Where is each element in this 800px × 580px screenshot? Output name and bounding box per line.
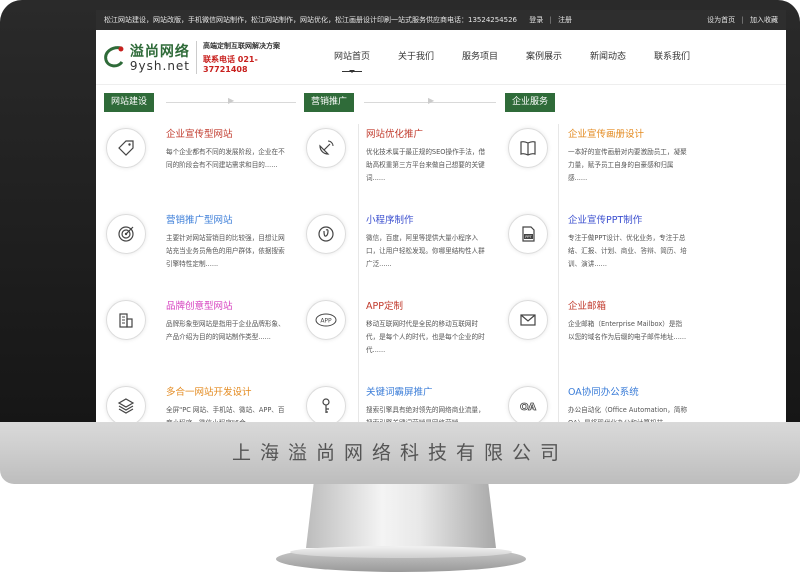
- app-icon: APP: [306, 300, 346, 340]
- service-title[interactable]: 网站优化推广: [366, 126, 423, 140]
- topbar-intro: 松江网站建设，网站改版，手机微信网站制作，松江网站制作，网站优化，松江画册设计印…: [104, 15, 707, 25]
- service-title[interactable]: 关键词霸屏推广: [366, 384, 433, 398]
- service-title[interactable]: 企业宣传画册设计: [568, 126, 644, 140]
- arrow-icon: ▶: [228, 96, 235, 105]
- service-desc: 专注于做PPT设计、优化业务，专注于总结、汇报、计划、商业、答辩、简历、培训、演…: [568, 234, 687, 268]
- layers-icon: [106, 386, 146, 422]
- nav-home[interactable]: 网站首页: [320, 30, 384, 84]
- register-link[interactable]: 注册: [558, 16, 572, 24]
- slogan-text: 高端定制互联网解决方案: [203, 41, 281, 50]
- service-title[interactable]: 企业宣传型网站: [166, 126, 233, 140]
- logo-mark-icon: [104, 46, 124, 68]
- service-desc: 微信，百度，阿里等提供大量小程序入口，让用户轻松发现。你哪里结构性人群广泛...…: [366, 234, 485, 268]
- column-web-build: 企业宣传型网站 每个企业都有不同的发展阶段，企业在不同的阶段会有不同建站需求和目…: [96, 124, 296, 422]
- service-desc: 搜索引擎具有绝对领先的网络商业流量，搜索引擎关键词营销是网络营销: [366, 406, 485, 422]
- divider: |: [549, 16, 552, 24]
- service-item[interactable]: 营销推广型网站 主要针对网站营销目的比较强，目想让网站充当业务员角色的用户群体，…: [96, 210, 296, 296]
- service-title[interactable]: 营销推广型网站: [166, 212, 233, 226]
- logo-chinese: 溢尚网络: [129, 44, 190, 60]
- nav-news[interactable]: 新闻动态: [576, 30, 640, 84]
- svg-text:OA: OA: [520, 402, 536, 413]
- service-title[interactable]: OA协同办公系统: [568, 384, 639, 398]
- monitor-stand-base-top: [290, 546, 512, 558]
- category-web-build[interactable]: 网站建设: [104, 93, 155, 112]
- site-header: 溢尚网络 9ysh.net 高端定制互联网解决方案 联系电话 021-37721…: [96, 30, 786, 85]
- service-grid: 企业宣传型网站 每个企业都有不同的发展阶段，企业在不同的阶段会有不同建站需求和目…: [96, 124, 786, 422]
- logo-text: 溢尚网络 9ysh.net: [130, 41, 190, 73]
- slogan: 高端定制互联网解决方案 联系电话 021-37721408: [196, 40, 302, 74]
- service-item[interactable]: 小程序制作 微信，百度，阿里等提供大量小程序入口，让用户轻松发现。你哪里结构性人…: [296, 210, 496, 296]
- topbar-intro-text: 松江网站建设，网站改版，手机微信网站制作，松江网站制作，网站优化，松江画册设计印…: [104, 16, 517, 24]
- svg-text:APP: APP: [320, 318, 332, 325]
- svg-text:PPT: PPT: [525, 235, 532, 239]
- service-desc: 办公自动化（Office Automation，简称OA）是将现代化办公和计算机…: [568, 406, 688, 422]
- service-item[interactable]: 网站优化推广 优化技术属于最正规的SEO操作手法，借助高权重第三方平台来做自己想…: [296, 124, 496, 210]
- logo-domain: 9ysh.net: [129, 59, 191, 73]
- favorite-link[interactable]: 加入收藏: [750, 16, 778, 24]
- service-item[interactable]: PPT 企业宣传PPT制作 专注于做PPT设计、优化业务，专注于总结、汇报、计划…: [498, 210, 698, 296]
- monitor-stand-neck: [306, 484, 496, 548]
- nav-contact[interactable]: 联系我们: [640, 30, 704, 84]
- target-icon: [106, 214, 146, 254]
- service-desc: 优化技术属于最正规的SEO操作手法，借助高权重第三方平台来做自己想要的关键词..…: [366, 148, 486, 182]
- key-icon: [306, 386, 346, 422]
- service-item[interactable]: 多合一网站开发设计 全屏"PC 网站、手机站、微站、APP、百度小程序、微信小程…: [96, 382, 296, 422]
- service-item[interactable]: 关键词霸屏推广 搜索引擎具有绝对领先的网络商业流量，搜索引擎关键词营销是网络营销: [296, 382, 496, 422]
- column-marketing: 网站优化推广 优化技术属于最正规的SEO操作手法，借助高权重第三方平台来做自己想…: [296, 124, 496, 422]
- building-icon: [106, 300, 146, 340]
- category-marketing[interactable]: 营销推广: [304, 93, 355, 112]
- category-enterprise[interactable]: 企业服务: [505, 93, 556, 112]
- service-desc: 每个企业都有不同的发展阶段，企业在不同的阶段会有不同建站需求和目的......: [166, 148, 285, 169]
- satellite-icon: [306, 128, 346, 168]
- oa-icon: OA: [508, 386, 548, 422]
- mail-icon: [508, 300, 548, 340]
- service-item[interactable]: 品牌创意型网站 品牌形象型网站是指用于企业品牌形象、产品介绍为目的的网站制作类型…: [96, 296, 296, 382]
- service-title[interactable]: 企业宣传PPT制作: [568, 212, 642, 226]
- service-desc: 品牌形象型网站是指用于企业品牌形象、产品介绍为目的的网站制作类型......: [166, 320, 285, 341]
- service-title[interactable]: 小程序制作: [366, 212, 414, 226]
- service-item[interactable]: 企业宣传型网站 每个企业都有不同的发展阶段，企业在不同的阶段会有不同建站需求和目…: [96, 124, 296, 210]
- nav-cases[interactable]: 案例展示: [512, 30, 576, 84]
- topbar-actions: 设为首页 | 加入收藏: [707, 15, 778, 25]
- service-desc: 一本好的宣传画册对内要激励员工，凝聚力量，赋予员工自身的自豪感和归属感.....…: [568, 148, 687, 182]
- column-enterprise: 企业宣传画册设计 一本好的宣传画册对内要激励员工，凝聚力量，赋予员工自身的自豪感…: [498, 124, 698, 422]
- website-screen: 松江网站建设，网站改版，手机微信网站制作，松江网站制作，网站优化，松江画册设计印…: [96, 10, 786, 422]
- login-link[interactable]: 登录: [529, 16, 543, 24]
- divider: |: [741, 16, 744, 24]
- nav-services[interactable]: 服务项目: [448, 30, 512, 84]
- top-info-bar: 松江网站建设，网站改版，手机微信网站制作，松江网站制作，网站优化，松江画册设计印…: [96, 10, 786, 30]
- monitor: 上海溢尚网络科技有限公司 松江网站建设，网站改版，手机微信网站制作，松江网站制作…: [0, 0, 800, 490]
- monitor-brand-label: 上海溢尚网络科技有限公司: [231, 442, 568, 464]
- site-logo[interactable]: 溢尚网络 9ysh.net 高端定制互联网解决方案 联系电话 021-37721…: [102, 40, 302, 74]
- contact-phone: 联系电话 021-37721408: [203, 54, 258, 74]
- service-title[interactable]: 企业邮箱: [568, 298, 606, 312]
- main-nav: 网站首页 关于我们 服务项目 案例展示 新闻动态 联系我们: [320, 30, 704, 84]
- nav-about[interactable]: 关于我们: [384, 30, 448, 84]
- service-desc: 全屏"PC 网站、手机站、微站、APP、百度小程序、微信小程序"6合: [166, 406, 285, 422]
- service-title[interactable]: 品牌创意型网站: [166, 298, 233, 312]
- service-title[interactable]: 多合一网站开发设计: [166, 384, 252, 398]
- service-item[interactable]: APP APP定制 移动互联网时代是全民的移动互联网时代，是每个人的时代，也是每…: [296, 296, 496, 382]
- ppt-icon: PPT: [508, 214, 548, 254]
- category-bar: 网站建设 ▶ 营销推广 ▶ 企业服务: [96, 85, 786, 125]
- service-title[interactable]: APP定制: [366, 298, 403, 312]
- arrow-icon: ▶: [428, 96, 435, 105]
- service-item[interactable]: 企业邮箱 企业邮箱（Enterprise Mailbox）是指以您的域名作为后缀…: [498, 296, 698, 382]
- service-desc: 移动互联网时代是全民的移动互联网时代，是每个人的时代，也是每个企业的时代....…: [366, 320, 485, 354]
- service-desc: 主要针对网站营销目的比较强，目想让网站充当业务员角色的用户群体，依据搜索引擎特性…: [166, 234, 285, 268]
- set-home-link[interactable]: 设为首页: [707, 16, 735, 24]
- mini-program-icon: [306, 214, 346, 254]
- service-item[interactable]: OA OA协同办公系统 办公自动化（Office Automation，简称OA…: [498, 382, 698, 422]
- tag-icon: [106, 128, 146, 168]
- service-item[interactable]: 企业宣传画册设计 一本好的宣传画册对内要激励员工，凝聚力量，赋予员工自身的自豪感…: [498, 124, 698, 210]
- service-desc: 企业邮箱（Enterprise Mailbox）是指以您的域名作为后缀的电子邮件…: [568, 320, 687, 341]
- book-icon: [508, 128, 548, 168]
